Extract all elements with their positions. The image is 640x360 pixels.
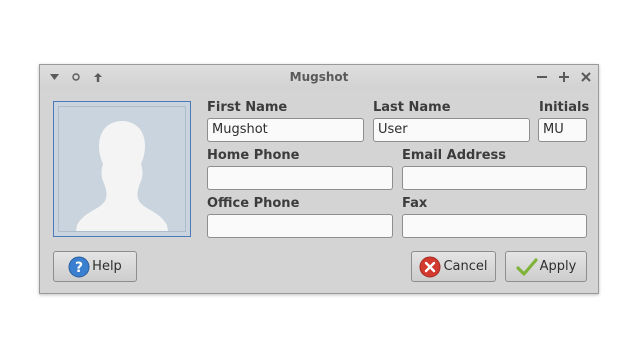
help-label: Help <box>92 259 122 274</box>
last-name-label: Last Name <box>373 100 451 115</box>
help-icon: ? <box>68 256 90 278</box>
initials-field[interactable]: MU <box>538 118 587 142</box>
avatar-button[interactable] <box>53 101 191 237</box>
minimize-icon[interactable] <box>534 69 550 85</box>
apply-label: Apply <box>539 259 577 274</box>
last-name-field[interactable]: User <box>373 118 530 142</box>
first-name-field[interactable]: Mugshot <box>207 118 364 142</box>
title-bar[interactable]: Mugshot <box>40 65 598 89</box>
maximize-icon[interactable] <box>556 69 572 85</box>
apply-button[interactable]: Apply <box>505 251 587 282</box>
first-name-label: First Name <box>207 100 288 115</box>
office-phone-field[interactable] <box>207 214 393 238</box>
check-icon <box>516 257 538 277</box>
email-label: Email Address <box>402 148 507 163</box>
home-phone-field[interactable] <box>207 166 393 190</box>
cancel-label: Cancel <box>443 259 488 274</box>
user-silhouette-icon <box>76 121 168 231</box>
fax-label: Fax <box>402 196 428 211</box>
avatar <box>58 106 186 232</box>
cancel-icon <box>419 256 441 278</box>
mugshot-window: Mugshot First Name Mugshot Last Name Use… <box>39 64 599 294</box>
svg-text:?: ? <box>75 260 83 276</box>
close-icon[interactable] <box>578 69 594 85</box>
initials-label: Initials <box>539 100 590 115</box>
window-title: Mugshot <box>289 70 349 84</box>
help-button[interactable]: ? Help <box>53 251 137 282</box>
cancel-button[interactable]: Cancel <box>411 251 496 282</box>
email-field[interactable] <box>402 166 587 190</box>
fax-field[interactable] <box>402 214 587 238</box>
office-phone-label: Office Phone <box>207 196 300 211</box>
home-phone-label: Home Phone <box>207 148 300 163</box>
